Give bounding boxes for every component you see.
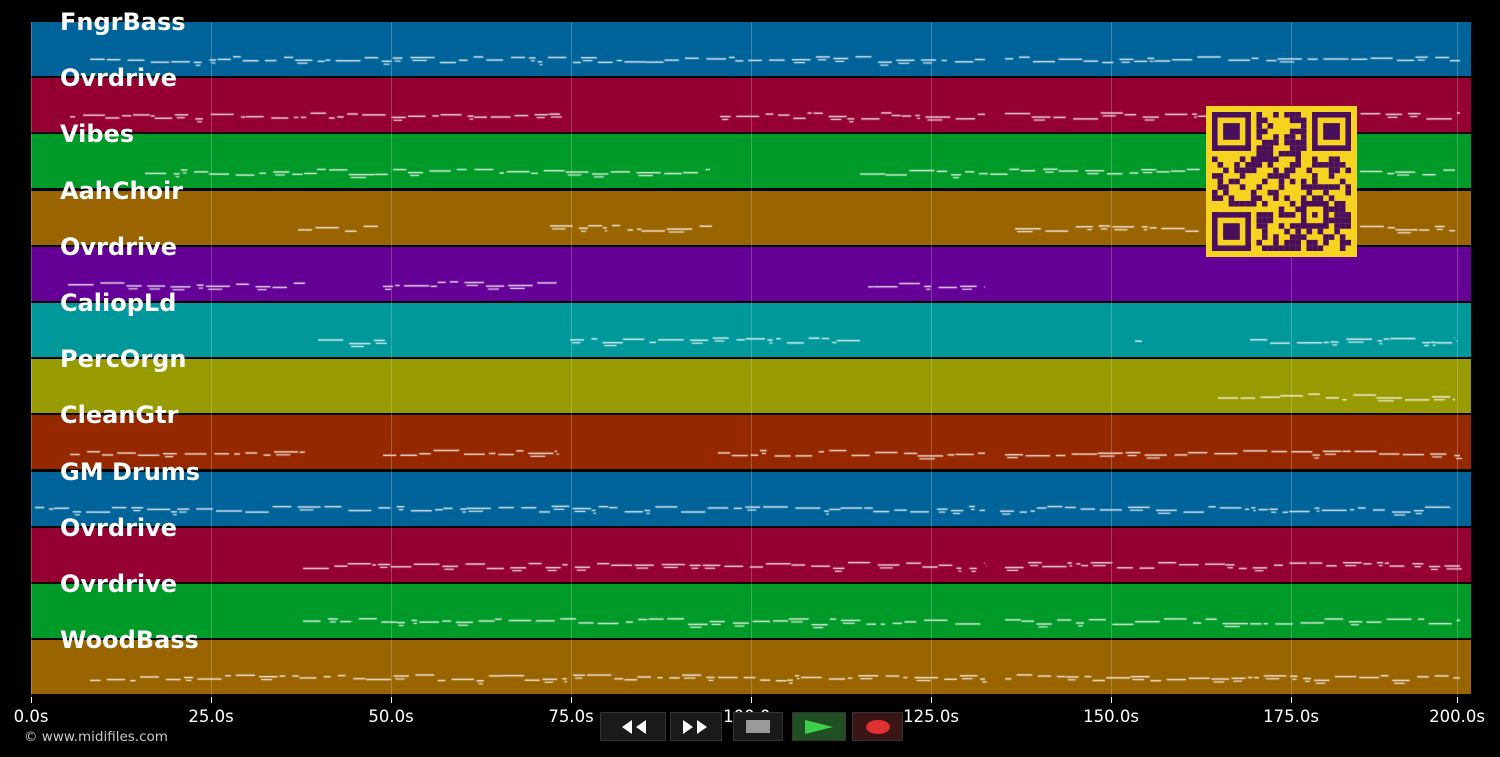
track-name: AahChoir <box>60 176 184 205</box>
tick-label: 200.0s <box>1429 707 1485 726</box>
tick-mark <box>931 697 932 703</box>
rewind-icon <box>622 719 646 734</box>
tick-label: 0.0s <box>13 707 49 726</box>
fast-forward-button[interactable] <box>670 712 722 741</box>
play-button[interactable] <box>792 712 846 741</box>
tick-label: 125.0s <box>903 707 959 726</box>
fast-forward-icon <box>683 719 707 734</box>
tick-mark <box>1457 697 1458 703</box>
track-name: CleanGtr <box>60 401 179 430</box>
track-name: Ovrdrive <box>60 513 178 542</box>
track-name: PercOrgn <box>60 345 187 374</box>
copyright-text: © www.midifiles.com <box>24 729 168 745</box>
track-name: CaliopLd <box>60 289 177 317</box>
gridline <box>391 22 392 697</box>
track-name: Ovrdrive <box>60 570 178 598</box>
record-button[interactable] <box>852 712 903 741</box>
track-name: WoodBass <box>60 626 199 655</box>
tick-label: 50.0s <box>368 707 414 726</box>
gridline <box>1111 22 1112 697</box>
stop-button[interactable] <box>733 712 783 741</box>
track-name: Vibes <box>60 120 135 149</box>
rewind-button[interactable] <box>600 712 666 741</box>
tick-mark <box>571 697 572 703</box>
stop-icon <box>746 720 770 733</box>
qr-code-icon <box>1212 112 1351 251</box>
piano-roll: FngrBass Ovrdrive Vibes AahChoir Ovrdrive Cal… <box>0 0 1500 757</box>
tick-label: 75.0s <box>548 707 594 726</box>
track-name: FngrBass <box>60 8 186 36</box>
gridline <box>1457 22 1458 697</box>
tick-mark <box>31 697 32 703</box>
gridline <box>31 22 32 697</box>
track-name: GM Drums <box>60 457 201 486</box>
tick-mark <box>391 697 392 703</box>
tick-mark <box>211 697 212 703</box>
qr-code <box>1206 106 1357 257</box>
track-name: Ovrdrive <box>60 64 178 93</box>
tick-label: 25.0s <box>188 707 234 726</box>
track-name: Ovrdrive <box>60 232 178 261</box>
gridline <box>211 22 212 697</box>
tick-mark <box>1291 697 1292 703</box>
gridline <box>571 22 572 697</box>
play-icon <box>805 719 833 734</box>
tick-label: 150.0s <box>1083 707 1139 726</box>
gridline <box>751 22 752 697</box>
tick-label: 175.0s <box>1263 707 1319 726</box>
tick-mark <box>751 697 752 703</box>
tick-mark <box>1111 697 1112 703</box>
gridline <box>931 22 932 697</box>
record-icon <box>865 719 890 734</box>
